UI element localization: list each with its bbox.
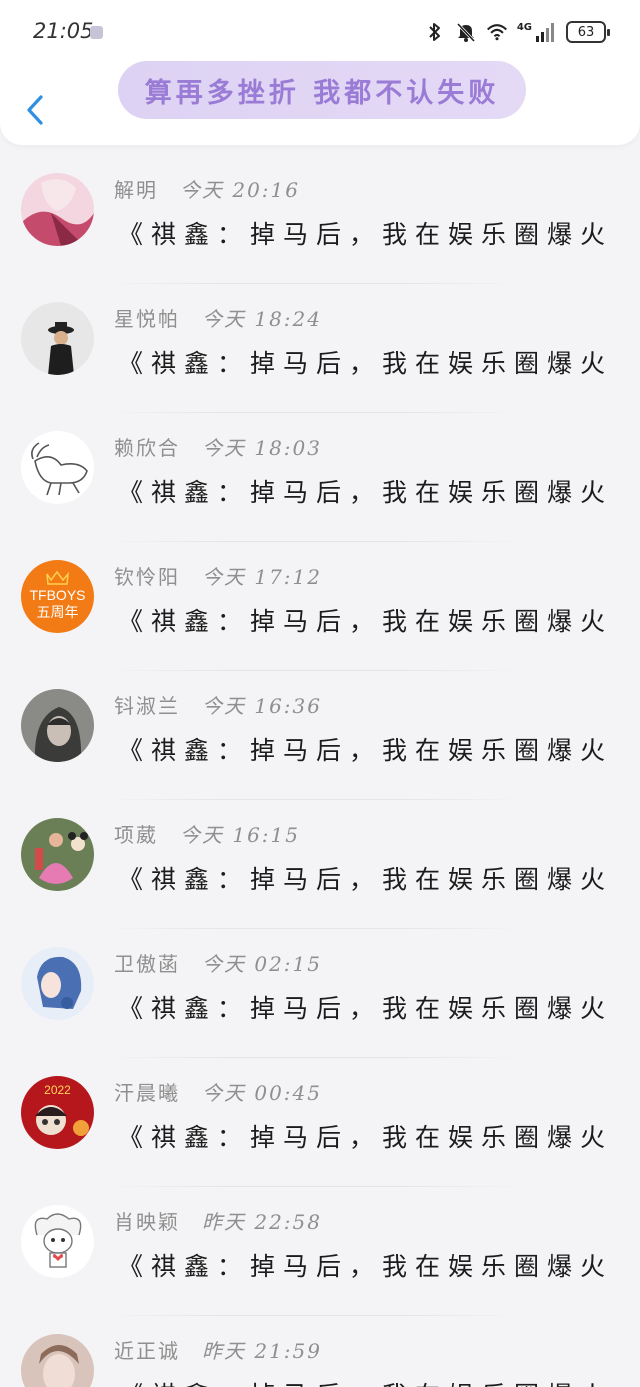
avatar[interactable] — [21, 173, 94, 246]
message-preview: 《祺鑫：掉马后，我在娱乐圈爆火… — [118, 736, 613, 765]
contact-name: 项葳 — [114, 823, 158, 847]
conversation-meta: 汗晨曦 今天 00:45 — [114, 1077, 322, 1106]
network-type: 4G — [516, 21, 532, 33]
status-bar: 21:05 4G 63 — [0, 0, 640, 60]
message-time: 今天 00:45 — [202, 1081, 322, 1105]
message-preview: 《祺鑫：掉马后，我在娱乐圈爆火… — [118, 607, 613, 636]
conversation-item[interactable]: 钭淑兰 今天 16:36 《祺鑫：掉马后，我在娱乐圈爆火… — [0, 671, 640, 800]
message-time: 今天 17:12 — [202, 565, 322, 589]
avatar[interactable] — [21, 431, 94, 504]
chevron-left-icon — [27, 95, 43, 125]
contact-name: 星悦帕 — [114, 307, 180, 331]
mute-bell-icon — [455, 21, 477, 43]
contact-name: 解明 — [114, 178, 158, 202]
conversation-item[interactable]: 卫傲菡 今天 02:15 《祺鑫：掉马后，我在娱乐圈爆火… — [0, 929, 640, 1058]
contact-name: 赖欣合 — [114, 436, 180, 460]
message-time: 昨天 21:59 — [202, 1339, 322, 1363]
message-time: 今天 02:15 — [202, 952, 322, 976]
message-preview: 《祺鑫：掉马后，我在娱乐圈爆火… — [118, 349, 613, 378]
svg-text:五周年: 五周年 — [37, 605, 79, 621]
contact-name: 钭淑兰 — [114, 694, 180, 718]
conversation-meta: 肖映颖 昨天 22:58 — [114, 1206, 322, 1235]
avatar[interactable]: TFBOYS 五周年 — [21, 560, 94, 633]
conversation-item[interactable]: 赖欣合 今天 18:03 《祺鑫：掉马后，我在娱乐圈爆火… — [0, 413, 640, 542]
battery-indicator: 63 — [566, 21, 610, 43]
conversation-meta: 星悦帕 今天 18:24 — [114, 303, 322, 332]
conversation-item[interactable]: 项葳 今天 16:15 《祺鑫：掉马后，我在娱乐圈爆火… — [0, 800, 640, 929]
contact-name: 钦怜阳 — [114, 565, 180, 589]
top-header: 21:05 4G 63 算再多挫折 我都不认失败 — [0, 0, 640, 145]
bluetooth-icon — [424, 21, 446, 43]
contact-name: 卫傲菡 — [114, 952, 180, 976]
message-time: 今天 18:24 — [202, 307, 322, 331]
conversation-meta: 钦怜阳 今天 17:12 — [114, 561, 322, 590]
page-title: 算再多挫折 我都不认失败 — [118, 61, 526, 119]
message-time: 昨天 22:58 — [202, 1210, 322, 1234]
avatar[interactable] — [21, 1334, 94, 1387]
message-preview: 《祺鑫：掉马后，我在娱乐圈爆火… — [118, 1123, 613, 1152]
contact-name: 近正诚 — [114, 1339, 180, 1363]
conversation-item[interactable]: 解明 今天 20:16 《祺鑫：掉马后，我在娱乐圈爆火… — [0, 155, 640, 284]
avatar[interactable] — [21, 947, 94, 1020]
conversation-meta: 解明 今天 20:16 — [114, 174, 300, 203]
avatar[interactable] — [21, 1205, 94, 1278]
signal-icon — [535, 21, 557, 43]
avatar[interactable] — [21, 818, 94, 891]
status-time: 21:05 — [33, 19, 94, 43]
conversation-meta: 近正诚 昨天 21:59 — [114, 1335, 322, 1364]
message-time: 今天 16:36 — [202, 694, 322, 718]
conversation-item[interactable]: TFBOYS 五周年 钦怜阳 今天 17:12 《祺鑫：掉马后，我在娱乐圈爆火… — [0, 542, 640, 671]
contact-name: 汗晨曦 — [114, 1081, 180, 1105]
message-time: 今天 18:03 — [202, 436, 322, 460]
conversation-item[interactable]: 星悦帕 今天 18:24 《祺鑫：掉马后，我在娱乐圈爆火… — [0, 284, 640, 413]
message-preview: 《祺鑫：掉马后，我在娱乐圈爆火… — [118, 1252, 613, 1281]
conversation-meta: 项葳 今天 16:15 — [114, 819, 300, 848]
conversation-meta: 卫傲菡 今天 02:15 — [114, 948, 322, 977]
conversation-item[interactable]: 2022 汗晨曦 今天 00:45 《祺鑫：掉马后，我在娱乐圈爆火… — [0, 1058, 640, 1187]
message-preview: 《祺鑫：掉马后，我在娱乐圈爆火… — [118, 478, 613, 507]
avatar[interactable]: 2022 — [21, 1076, 94, 1149]
wifi-icon — [486, 21, 508, 43]
conversation-item[interactable]: 肖映颖 昨天 22:58 《祺鑫：掉马后，我在娱乐圈爆火… — [0, 1187, 640, 1316]
svg-text:TFBOYS: TFBOYS — [29, 587, 85, 603]
message-preview: 《祺鑫：掉马后，我在娱乐圈爆火… — [118, 865, 613, 894]
avatar[interactable] — [21, 302, 94, 375]
contact-name: 肖映颖 — [114, 1210, 180, 1234]
message-preview: 《祺鑫：掉马后，我在娱乐圈爆火… — [118, 994, 613, 1023]
back-button[interactable] — [20, 92, 50, 128]
conversation-item[interactable]: 近正诚昨天 21:59 《祺鑫：掉马后，我在娱乐圈爆火… — [0, 1316, 640, 1387]
notification-icon — [90, 26, 103, 39]
avatar[interactable] — [21, 689, 94, 762]
message-time: 今天 16:15 — [180, 823, 300, 847]
svg-text:2022: 2022 — [44, 1083, 71, 1097]
status-icons: 4G 63 — [424, 19, 610, 45]
message-preview: 《祺鑫：掉马后，我在娱乐圈爆火… — [118, 220, 613, 249]
message-preview: 《祺鑫：掉马后，我在娱乐圈爆火… — [118, 1376, 613, 1387]
conversation-list: 解明 今天 20:16 《祺鑫：掉马后，我在娱乐圈爆火… 星悦帕 今天 18:24 《祺鑫… — [0, 155, 640, 1387]
message-time: 今天 20:16 — [180, 178, 300, 202]
conversation-meta: 赖欣合 今天 18:03 — [114, 432, 322, 461]
conversation-meta: 钭淑兰 今天 16:36 — [114, 690, 322, 719]
